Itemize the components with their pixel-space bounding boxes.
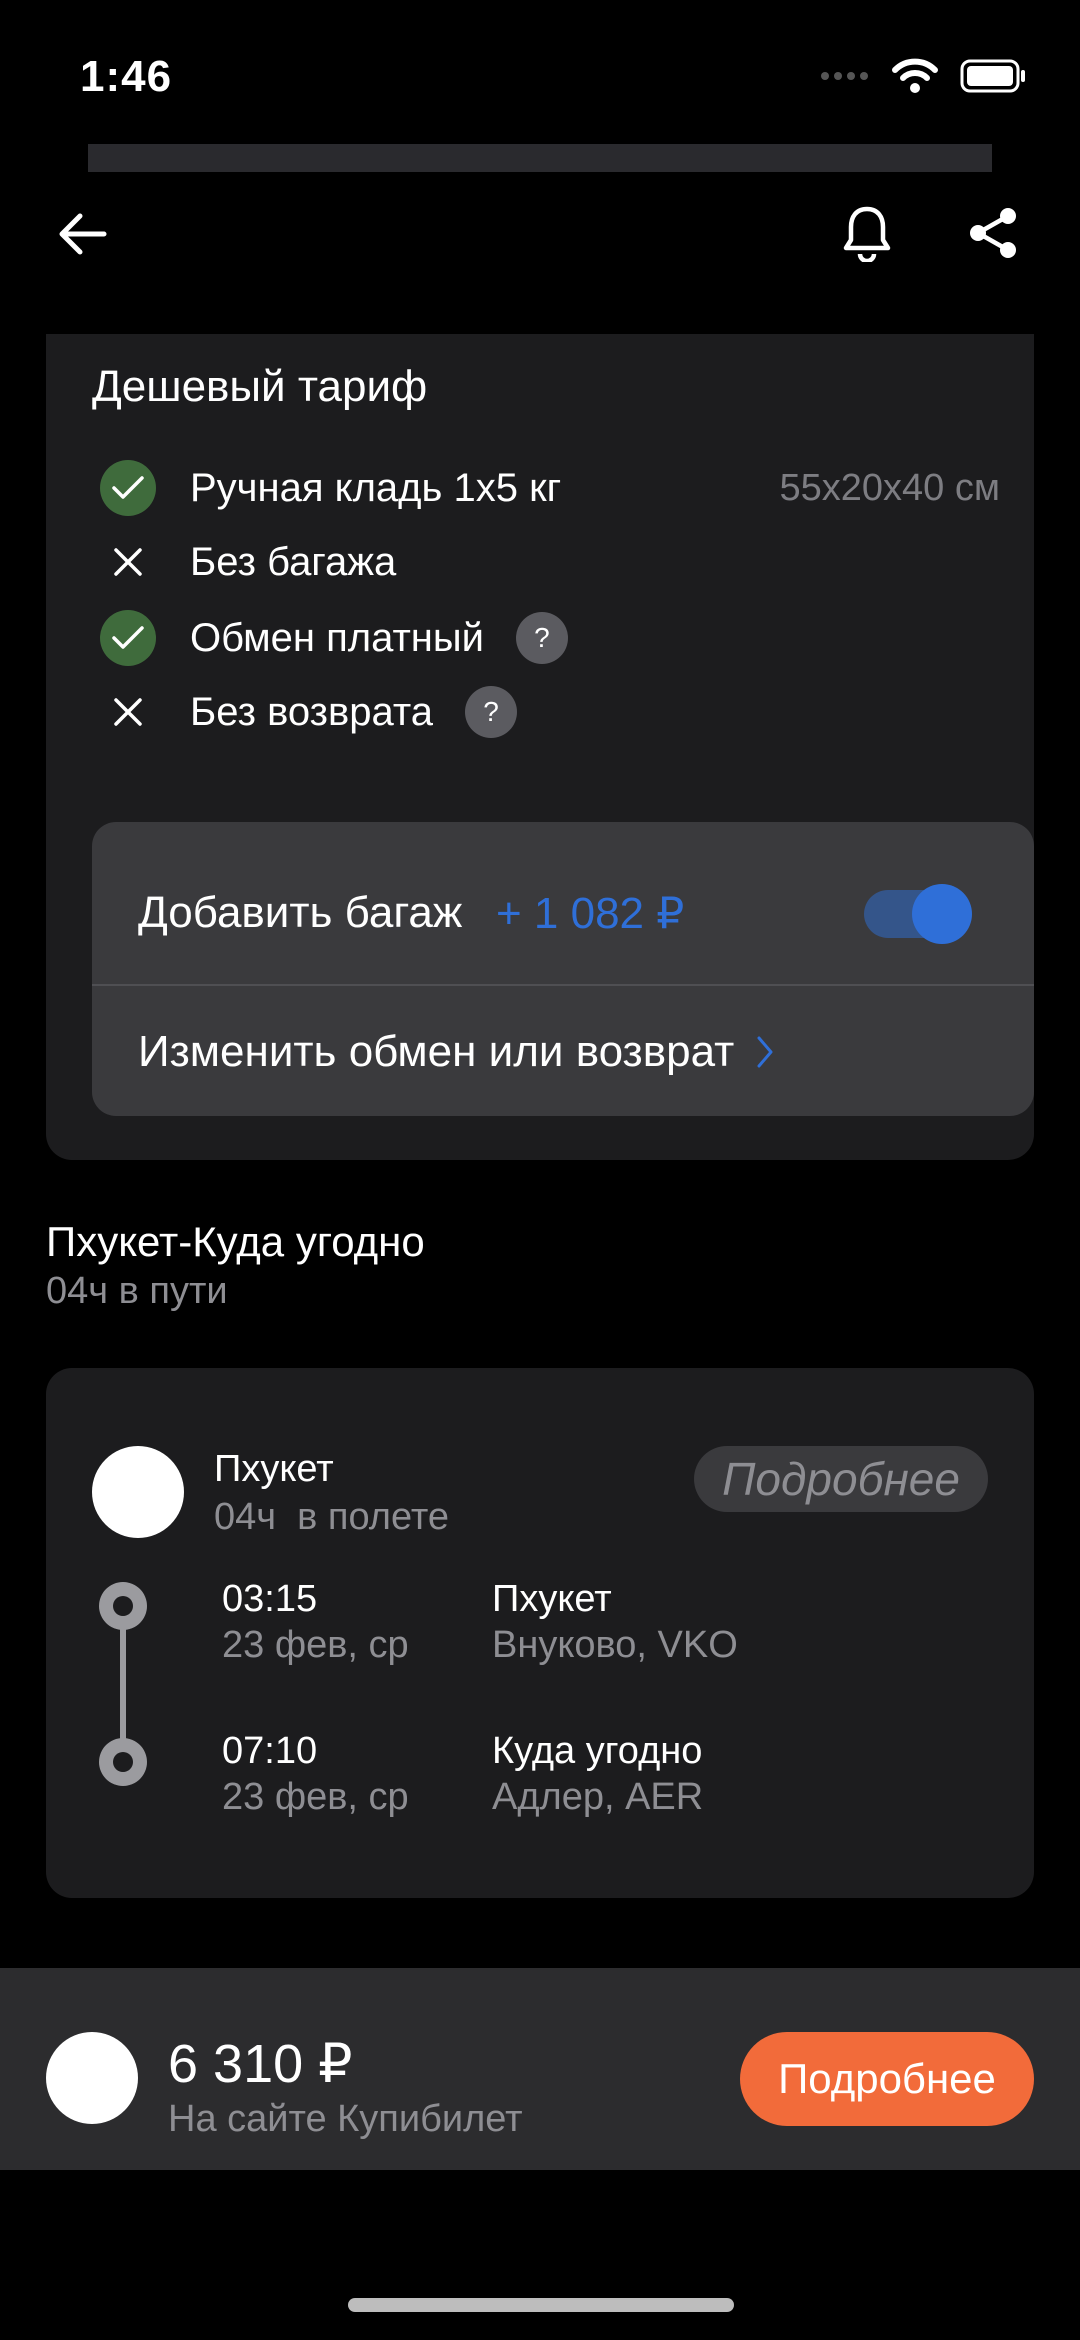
signal-icon (821, 72, 868, 80)
nav-bar (0, 190, 1080, 300)
cross-icon (100, 684, 156, 740)
airline-logo (92, 1446, 184, 1538)
hand-luggage-size: 55x20x40 см (779, 466, 1001, 509)
home-indicator[interactable] (348, 2298, 734, 2312)
tariff-options: Добавить багаж + 1 082 ₽ Изменить обмен … (92, 822, 1034, 1116)
chevron-right-icon (756, 1035, 774, 1069)
add-baggage-row[interactable]: Добавить багаж + 1 082 ₽ (92, 822, 1034, 986)
top-strip (88, 144, 992, 172)
departure-time: 03:15 (222, 1578, 318, 1620)
baggage-price: + 1 082 ₽ (496, 889, 685, 938)
battery-icon (960, 59, 1025, 93)
notification-button[interactable] (834, 200, 900, 266)
departure-date: 23 фев, ср (222, 1624, 409, 1666)
share-icon (970, 208, 1016, 258)
feature-label: Обмен платный (190, 615, 484, 660)
arrival-dot-icon (99, 1738, 147, 1786)
check-icon (100, 460, 156, 516)
flight-card: Пхукет 04ч в полете Подробнее 03:15 23 ф… (46, 1368, 1034, 1898)
back-button[interactable] (50, 202, 114, 266)
offer-details-button[interactable]: Подробнее (740, 2032, 1034, 2126)
help-button[interactable]: ? (465, 686, 517, 738)
share-button[interactable] (960, 200, 1026, 266)
seller-name: На сайте Купибилет (168, 2098, 523, 2140)
feature-label: Без багажа (190, 539, 397, 584)
feature-baggage: Без багажа (100, 532, 1000, 592)
bell-icon (843, 206, 891, 262)
route-title: Пхукет-Куда угодно (46, 1218, 425, 1265)
offer-bar: 6 310 ₽ На сайте Купибилет Подробнее (0, 1968, 1080, 2170)
arrival-city: Куда угодно (492, 1730, 703, 1772)
departure-dot-icon (99, 1582, 147, 1630)
arrival-date: 23 фев, ср (222, 1776, 409, 1818)
baggage-toggle[interactable] (864, 884, 972, 944)
toggle-knob (912, 884, 972, 944)
check-icon (100, 610, 156, 666)
cross-icon (100, 534, 156, 590)
flight-details-button[interactable]: Подробнее (694, 1446, 988, 1512)
tariff-card: Дешевый тариф Ручная кладь 1x5 кг 55x20x… (46, 334, 1034, 1160)
status-icons (820, 58, 1026, 94)
status-time: 1:46 (80, 52, 173, 101)
feature-exchange: Обмен платный ? (100, 608, 1000, 668)
route-duration: 04ч в пути (46, 1270, 228, 1312)
feature-refund: Без возврата ? (100, 682, 1000, 742)
change-exchange-label: Изменить обмен или возврат (138, 1027, 735, 1076)
change-exchange-row[interactable]: Изменить обмен или возврат (92, 988, 1034, 1116)
arrow-left-icon (59, 213, 107, 255)
feature-label: Без возврата (190, 689, 433, 734)
flight-duration: 04ч в полете (214, 1496, 449, 1538)
departure-city: Пхукет (492, 1578, 612, 1620)
wifi-icon (892, 58, 938, 93)
arrival-time: 07:10 (222, 1730, 318, 1772)
status-bar: 1:46 (0, 0, 1080, 140)
seller-logo (46, 2032, 138, 2124)
airline-name: Пхукет (214, 1448, 334, 1490)
offer-price: 6 310 ₽ (168, 2034, 353, 2094)
arrival-airport: Адлер, AER (492, 1776, 704, 1818)
add-baggage-label: Добавить багаж (138, 888, 463, 937)
feature-hand-luggage: Ручная кладь 1x5 кг 55x20x40 см (100, 458, 1000, 518)
help-button[interactable]: ? (515, 612, 568, 664)
feature-label: Ручная кладь 1x5 кг (190, 465, 562, 510)
departure-airport: Внуково, VKO (492, 1624, 738, 1666)
tariff-title: Дешевый тариф (92, 362, 428, 411)
